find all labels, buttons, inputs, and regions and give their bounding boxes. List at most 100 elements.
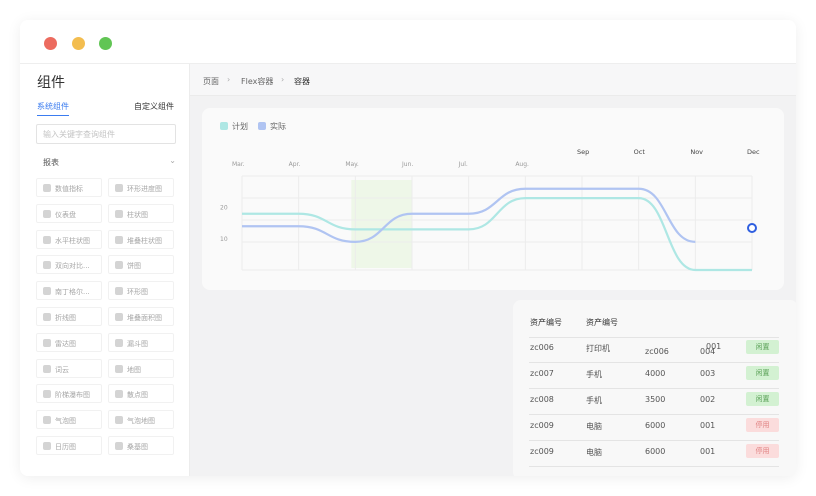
component-item-label: 气泡图: [55, 417, 76, 426]
x-tick-label: Apr.: [289, 161, 301, 168]
funnel-icon: [115, 338, 123, 347]
component-item[interactable]: 桑基图: [108, 436, 174, 455]
component-item[interactable]: 地图: [108, 358, 174, 378]
component-item-label: 环形进度图: [127, 185, 162, 193]
component-item-label: 仪表盘: [55, 210, 76, 219]
row-divider: [529, 388, 779, 389]
component-item[interactable]: 词云: [36, 358, 102, 378]
stacked-area-icon: [115, 313, 123, 321]
component-item[interactable]: 水平柱状图: [36, 229, 102, 249]
y-tick-label: 10: [220, 236, 228, 243]
x-tick-label: Mar.: [232, 161, 245, 168]
breadcrumb-item-flex[interactable]: Flex容器: [241, 76, 273, 87]
component-item-label: 散点图: [127, 391, 148, 400]
waterfall-icon: [43, 390, 51, 399]
component-item-label: 漏斗图: [127, 339, 148, 348]
component-search-input[interactable]: [36, 124, 176, 144]
component-item[interactable]: 环形进度图: [108, 178, 174, 197]
table-cell-price: 6000: [645, 421, 666, 430]
number-icon: [43, 184, 51, 192]
asset-table-card: 资产编号 资产编号 zc006 004 001 zc006 打印机 闲置 zc007 手…: [513, 300, 796, 476]
minimize-window-button[interactable]: [72, 37, 85, 50]
active-tab-indicator: [37, 115, 69, 116]
component-item[interactable]: 环形图: [108, 281, 174, 301]
table-cell-num: 002: [700, 395, 716, 404]
y-tick-label: 20: [220, 205, 228, 212]
table-cell-id: zc009: [530, 447, 554, 456]
table-cell-name: 打印机: [586, 344, 610, 353]
component-item[interactable]: 堆叠面积图: [108, 307, 174, 326]
component-item[interactable]: 南丁格尔...: [36, 281, 102, 301]
table-cell-id: zc008: [530, 395, 554, 404]
component-item-label: 双向对比...: [55, 262, 90, 271]
row-divider: [529, 466, 779, 467]
line-chart-icon: [43, 313, 51, 321]
x-tick-label: Aug.: [515, 161, 529, 168]
bubble-map-icon: [115, 416, 123, 425]
chevron-down-icon: ⌄: [169, 156, 176, 165]
table-cell-price: 3500: [645, 395, 666, 404]
gauge-icon: [43, 209, 51, 218]
component-item[interactable]: 雷达图: [36, 332, 102, 352]
x-tick-label: Sep: [577, 148, 589, 156]
main-content: 页面 › Flex容器 › 容器 计划 实际 Mar. Apr. May. Jun. J…: [190, 64, 796, 476]
status-badge[interactable]: 闲置: [746, 366, 779, 380]
table-cell-name: 手机: [586, 396, 602, 405]
table-cell-id: zc007: [530, 369, 554, 378]
component-item[interactable]: 饼图: [108, 255, 174, 275]
breadcrumb-item-page[interactable]: 页面: [203, 76, 219, 87]
component-item[interactable]: 散点图: [108, 384, 174, 404]
component-item-label: 堆叠柱状图: [127, 236, 162, 245]
x-tick-label: May.: [345, 161, 359, 168]
component-item-label: 饼图: [127, 262, 141, 271]
component-item[interactable]: 日历图: [36, 436, 102, 455]
tab-custom-components[interactable]: 自定义组件: [134, 101, 174, 112]
component-item[interactable]: 数值指标: [36, 178, 102, 197]
x-tick-label: Jun.: [401, 161, 413, 168]
component-item[interactable]: 双向对比...: [36, 255, 102, 275]
status-badge[interactable]: 停用: [746, 418, 779, 432]
bar-chart-icon: [115, 209, 123, 218]
component-item[interactable]: 折线图: [36, 307, 102, 326]
maximize-window-button[interactable]: [99, 37, 112, 50]
component-item[interactable]: 堆叠柱状图: [108, 229, 174, 249]
tab-system-components[interactable]: 系统组件: [37, 101, 69, 112]
component-item[interactable]: 阶梯瀑布图: [36, 384, 102, 404]
component-item[interactable]: 漏斗图: [108, 332, 174, 352]
x-tick-label: Oct: [634, 148, 646, 156]
component-item-label: 日历图: [55, 443, 76, 451]
breadcrumb-separator-icon: ›: [227, 75, 231, 84]
table-cell-num: 001: [700, 447, 716, 456]
breadcrumb: 页面 › Flex容器 › 容器: [190, 64, 796, 96]
x-tick-label: Dec: [747, 148, 760, 156]
table-cell-price: 4000: [645, 369, 666, 378]
scatter-icon: [115, 390, 123, 399]
header-divider: [529, 337, 779, 338]
component-item[interactable]: 气泡图: [36, 410, 102, 430]
calendar-icon: [43, 442, 51, 450]
status-badge[interactable]: 停用: [746, 444, 779, 458]
x-tick-label: Jul.: [458, 161, 468, 168]
section-label: 报表: [43, 158, 59, 167]
component-item-label: 环形图: [127, 288, 148, 297]
component-item[interactable]: 柱状图: [108, 203, 174, 223]
overlay-cell: zc006: [645, 347, 669, 356]
status-badge[interactable]: 闲置: [746, 392, 779, 406]
status-badge[interactable]: 闲置: [746, 340, 779, 354]
component-item[interactable]: 仪表盘: [36, 203, 102, 223]
sidebar-title: 组件: [37, 75, 65, 91]
table-header-asset-id: 资产编号: [530, 318, 562, 327]
nightingale-icon: [43, 287, 51, 296]
component-item[interactable]: 气泡地图: [108, 410, 174, 430]
bubble-icon: [43, 416, 51, 425]
component-item-label: 折线图: [55, 314, 76, 322]
series-line-plan: [242, 197, 752, 272]
donut-icon: [115, 287, 123, 296]
component-sidebar: 组件 系统组件 自定义组件 报表 ⌄ 数值指标环形进度图仪表盘柱状图水平柱状图堆…: [20, 64, 190, 476]
word-cloud-icon: [43, 364, 51, 373]
close-window-button[interactable]: [44, 37, 57, 50]
section-header-reports[interactable]: 报表 ⌄: [36, 156, 176, 170]
app-window: 组件 系统组件 自定义组件 报表 ⌄ 数值指标环形进度图仪表盘柱状图水平柱状图堆…: [20, 20, 796, 476]
table-cell-id: zc006: [530, 343, 554, 352]
highlight-band: [351, 180, 412, 268]
